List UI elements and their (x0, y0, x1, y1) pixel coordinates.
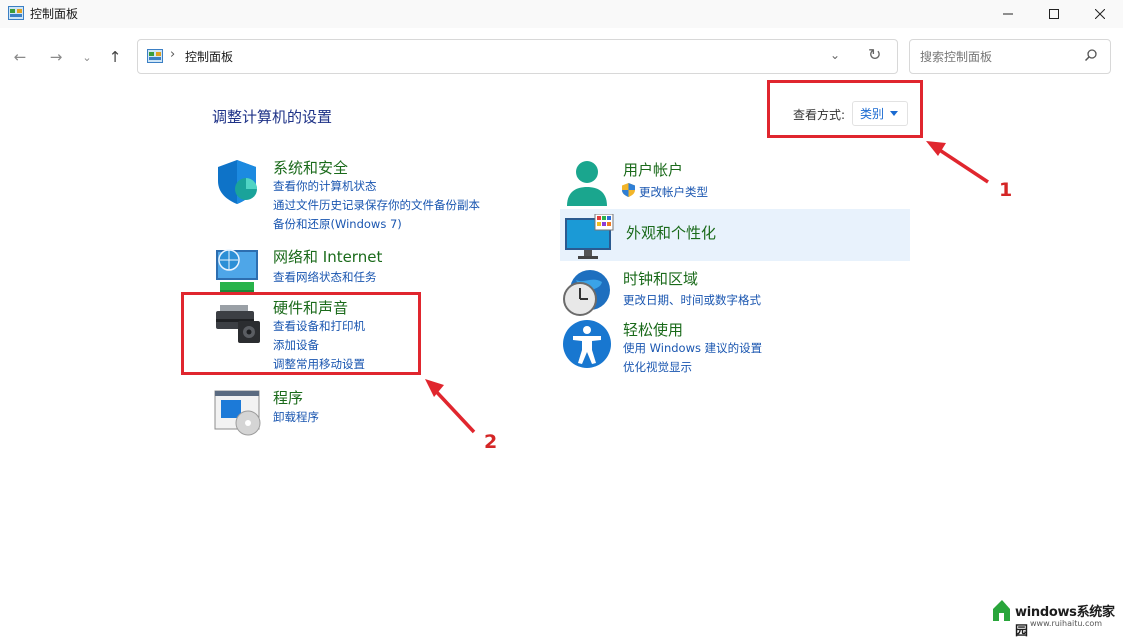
programs-disc-icon (214, 390, 261, 436)
refresh-icon[interactable]: ↻ (868, 45, 881, 64)
address-dropdown-icon[interactable]: ⌄ (830, 48, 840, 62)
search-icon[interactable] (1084, 48, 1098, 62)
category-link[interactable]: 使用 Windows 建议的设置 (623, 340, 762, 356)
category-title[interactable]: 用户帐户 (623, 159, 683, 180)
clock-globe-icon (563, 270, 610, 316)
arrow-right-icon: → (49, 48, 63, 66)
chevron-down-icon: ⌄ (82, 50, 92, 64)
maximize-icon (1049, 9, 1059, 19)
uac-shield-icon (622, 183, 635, 197)
arrow-left-icon: ← (13, 48, 27, 66)
annotation-box-viewby (767, 80, 923, 138)
network-globe-icon (216, 249, 258, 293)
category-title[interactable]: 网络和 Internet (273, 246, 382, 267)
arrow-1-shaft (934, 145, 989, 184)
maximize-button[interactable] (1031, 0, 1077, 28)
breadcrumb[interactable]: 控制面板 (185, 48, 233, 65)
category-link[interactable]: 卸载程序 (273, 409, 319, 425)
title-bar: 控制面板 (0, 0, 1123, 28)
annotation-label-2: 2 (484, 431, 498, 453)
category-link[interactable]: 查看你的计算机状态 (273, 178, 377, 194)
annotation-box-hardware (181, 292, 421, 375)
category-link[interactable]: 更改帐户类型 (639, 184, 708, 200)
user-icon (567, 161, 607, 206)
category-link[interactable]: 通过文件历史记录保存你的文件备份副本 (273, 197, 480, 213)
category-system-security: 系统和安全 查看你的计算机状态 通过文件历史记录保存你的文件备份副本 备份和还原… (212, 157, 512, 237)
search-input[interactable]: 搜索控制面板 (920, 48, 992, 65)
category-link[interactable]: 优化视觉显示 (623, 359, 692, 375)
category-programs: 程序 卸载程序 (212, 387, 512, 437)
breadcrumb-chevron-icon[interactable]: › (170, 47, 175, 62)
page-title: 调整计算机的设置 (212, 108, 333, 126)
category-link[interactable]: 更改日期、时间或数字格式 (623, 292, 761, 308)
accessibility-icon (563, 320, 611, 368)
arrow-1-head (926, 141, 946, 156)
monitor-palette-icon (565, 214, 614, 259)
control-panel-icon (147, 49, 163, 63)
search-box[interactable]: 搜索控制面板 (909, 39, 1111, 74)
up-button[interactable]: ↑ (104, 46, 126, 68)
address-bar[interactable]: › 控制面板 ⌄ ↻ (137, 39, 898, 74)
category-title[interactable]: 外观和个性化 (626, 222, 716, 243)
category-clock-region: 时钟和区域 更改日期、时间或数字格式 (562, 268, 862, 316)
back-button[interactable]: ← (9, 46, 31, 68)
recent-locations-button[interactable]: ⌄ (76, 46, 98, 68)
category-user-accounts: 用户帐户 更改帐户类型 (562, 159, 862, 207)
category-network: 网络和 Internet 查看网络状态和任务 (212, 246, 512, 293)
category-title[interactable]: 轻松使用 (623, 319, 683, 340)
minimize-icon (1003, 13, 1013, 15)
watermark-url: www.ruihaitu.com (1030, 619, 1103, 628)
category-link[interactable]: 查看网络状态和任务 (273, 269, 377, 285)
category-link[interactable]: 备份和还原(Windows 7) (273, 216, 402, 232)
arrow-up-icon: ↑ (108, 48, 122, 66)
navigation-bar: ← → ⌄ ↑ › 控制面板 ⌄ ↻ 搜索控制面板 (0, 28, 1123, 84)
minimize-button[interactable] (985, 0, 1031, 28)
window-title: 控制面板 (30, 7, 79, 21)
annotation-label-1: 1 (999, 179, 1013, 201)
category-appearance: 外观和个性化 (565, 214, 865, 259)
category-title[interactable]: 系统和安全 (273, 157, 348, 178)
category-ease-of-access: 轻松使用 使用 Windows 建议的设置 优化视觉显示 (562, 319, 862, 377)
category-title[interactable]: 程序 (273, 387, 303, 408)
shield-icon (218, 160, 257, 204)
category-title[interactable]: 时钟和区域 (623, 268, 698, 289)
close-icon (1095, 9, 1105, 19)
close-button[interactable] (1077, 0, 1123, 28)
forward-button[interactable]: → (45, 46, 67, 68)
control-panel-icon (8, 6, 24, 20)
